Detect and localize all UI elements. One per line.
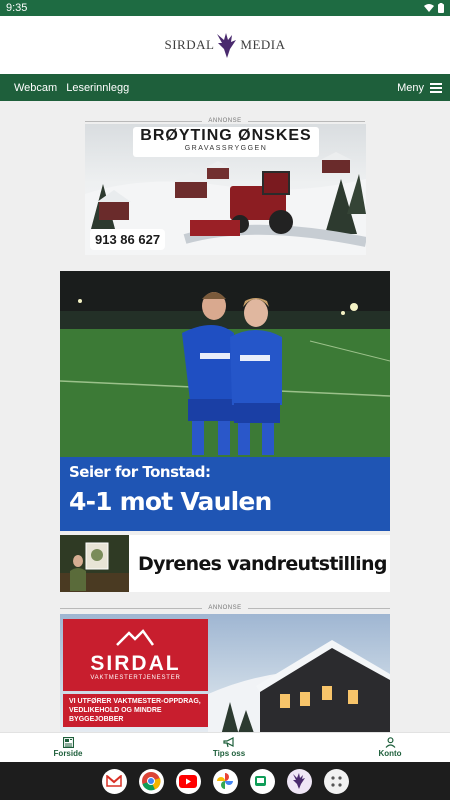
nav-bar: Webcam Leserinnlegg Meny bbox=[0, 74, 450, 101]
logo-text-left: SIRDAL bbox=[164, 37, 215, 52]
hero-kicker: Seier for Tonstad: bbox=[69, 463, 211, 481]
hero-article[interactable]: Seier for Tonstad: 4-1 mot Vaulen bbox=[60, 271, 390, 531]
ad-snow-plowing[interactable]: BRØYTING ØNSKES GRAVASSRYGGEN 913 86 627 bbox=[85, 124, 366, 255]
ad2-tagline: VAKTMESTERTJENESTER bbox=[90, 675, 181, 681]
ad-label-2: ANNONSE bbox=[208, 605, 242, 611]
youtube-icon[interactable] bbox=[175, 768, 201, 794]
bottom-nav-tips[interactable]: Tips oss bbox=[199, 733, 259, 762]
nav-link-leserinnlegg[interactable]: Leserinnlegg bbox=[66, 82, 129, 94]
ad-label-row-2: ANNONSE bbox=[60, 602, 391, 614]
nav-link-webcam[interactable]: Webcam bbox=[14, 82, 57, 94]
status-icons bbox=[424, 3, 444, 13]
bottom-nav-forside[interactable]: Forside bbox=[38, 733, 98, 762]
nav-links: Webcam Leserinnlegg bbox=[14, 82, 129, 94]
article-title: Dyrenes vandreutstilling bbox=[138, 552, 387, 575]
sirdal-vaktmester-logo: SIRDAL VAKTMESTERTJENESTER bbox=[63, 619, 208, 691]
hero-headline: 4-1 mot Vaulen bbox=[69, 487, 272, 516]
menu-button[interactable]: Meny bbox=[397, 82, 442, 94]
article-thumbnail bbox=[60, 535, 129, 592]
battery-icon bbox=[438, 3, 444, 13]
chrome-icon[interactable] bbox=[138, 768, 164, 794]
house-roof-icon bbox=[116, 629, 155, 646]
photos-icon[interactable] bbox=[212, 768, 238, 794]
brand-header: SIRDAL MEDIA bbox=[0, 16, 450, 74]
status-bar: 9:35 bbox=[0, 0, 450, 16]
app-drawer-icon[interactable] bbox=[323, 768, 349, 794]
logo-text-right: MEDIA bbox=[240, 37, 286, 52]
ad2-description: VI UTFØRER VAKTMESTER-OPPDRAG, VEDLIKEHO… bbox=[63, 694, 208, 727]
article-teaser[interactable]: Dyrenes vandreutstilling bbox=[60, 535, 390, 592]
meet-icon[interactable] bbox=[249, 768, 275, 794]
megaphone-icon bbox=[223, 737, 234, 748]
ad-sirdal-vaktmester[interactable]: SIRDAL VAKTMESTERTJENESTER VI UTFØRER VA… bbox=[60, 614, 390, 732]
bottom-nav-label: Forside bbox=[53, 749, 83, 758]
bottom-nav-label: Konto bbox=[378, 749, 402, 758]
newspaper-icon bbox=[62, 737, 74, 748]
ad2-brand: SIRDAL bbox=[90, 652, 181, 675]
sirdal-media-logo[interactable]: SIRDAL MEDIA bbox=[164, 31, 285, 59]
menu-label: Meny bbox=[397, 81, 424, 94]
hamburger-icon bbox=[430, 82, 442, 93]
bottom-navigation: Forside Tips oss Konto bbox=[0, 732, 450, 762]
ad-phone-number: 913 86 627 bbox=[90, 229, 166, 250]
ad-subtitle: GRAVASSRYGGEN bbox=[184, 145, 268, 152]
person-icon bbox=[385, 737, 395, 748]
hero-caption: Seier for Tonstad: 4-1 mot Vaulen bbox=[60, 457, 390, 531]
ad-title-box: BRØYTING ØNSKES GRAVASSRYGGEN bbox=[133, 127, 319, 157]
wifi-icon bbox=[424, 3, 434, 12]
status-time: 9:35 bbox=[6, 2, 28, 14]
main-feed[interactable]: ANNONSE BRØYTING ØNSKES GRAVASSRYGGEN 91… bbox=[0, 101, 450, 732]
hero-photo bbox=[60, 271, 390, 457]
system-dock bbox=[0, 762, 450, 800]
ad-title: BRØYTING ØNSKES bbox=[140, 127, 312, 144]
eagle-icon bbox=[217, 33, 237, 58]
bottom-nav-label: Tips oss bbox=[212, 749, 246, 758]
bottom-nav-konto[interactable]: Konto bbox=[360, 733, 420, 762]
sirdal-media-app-icon[interactable] bbox=[286, 768, 312, 794]
gmail-icon[interactable] bbox=[101, 768, 127, 794]
